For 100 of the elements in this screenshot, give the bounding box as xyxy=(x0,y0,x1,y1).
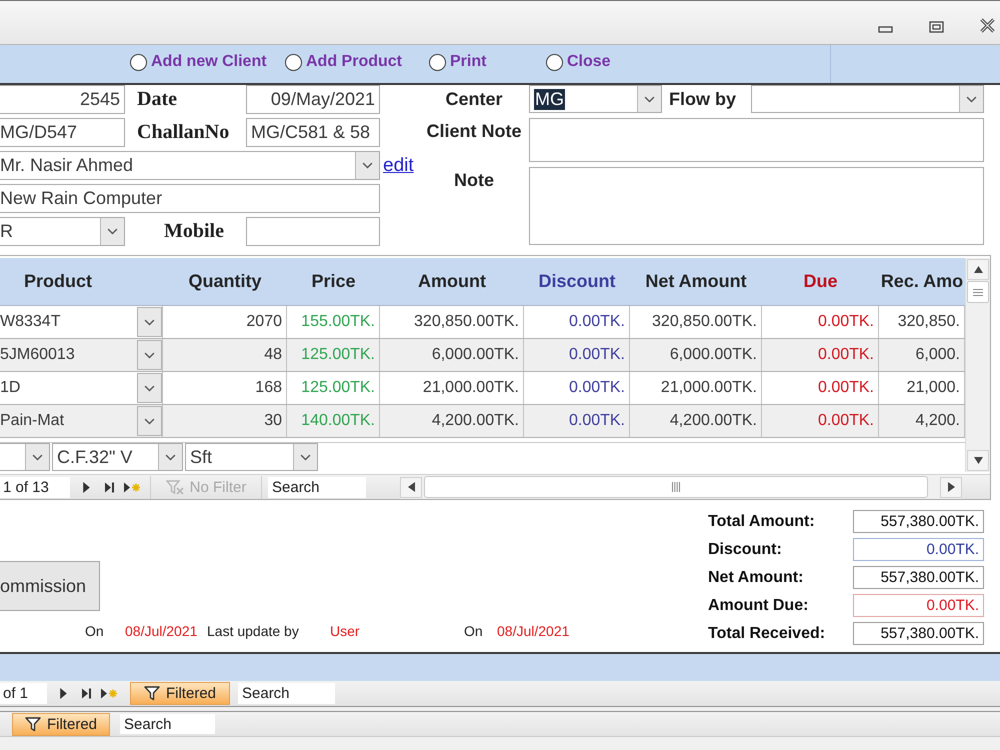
total-field[interactable]: 557,380.00TK. xyxy=(853,566,984,589)
text-field[interactable] xyxy=(246,217,380,246)
total-label: Amount Due: xyxy=(708,596,810,614)
footer-text: User xyxy=(330,623,361,639)
selected-text: MG xyxy=(534,88,565,110)
triangle-bar-icon[interactable] xyxy=(105,482,114,492)
combo-box[interactable]: C.F.32" V xyxy=(52,443,183,471)
combo-box[interactable]: MG xyxy=(529,85,662,113)
grip-lines-icon xyxy=(672,482,680,492)
dropdown-button[interactable] xyxy=(100,218,124,245)
minimize-icon[interactable] xyxy=(878,26,893,33)
column-header: Product xyxy=(23,270,94,293)
field-label: Flow by xyxy=(669,88,737,110)
column-header: Due xyxy=(802,270,838,293)
scroll-left-button[interactable] xyxy=(400,476,422,498)
total-field[interactable]: 557,380.00TK. xyxy=(853,510,984,533)
chevron-down-icon xyxy=(144,384,155,392)
search-field[interactable]: Search xyxy=(238,683,335,704)
footer-text: Last update by xyxy=(207,623,300,639)
column-header: Net Amount xyxy=(644,270,748,293)
scroll-right-button[interactable] xyxy=(940,476,962,498)
table-cell: 0.00TK. xyxy=(524,339,630,371)
table-cell: 6,000.00TK. xyxy=(380,339,524,371)
triangle-right-icon[interactable] xyxy=(83,482,90,492)
search-field[interactable]: Search xyxy=(120,714,215,734)
text-field[interactable]: MG/D547 xyxy=(0,118,125,147)
combo-cell[interactable]: 5JM60013 xyxy=(0,339,163,371)
field-label: Date xyxy=(137,88,178,111)
triangle-star-icon[interactable] xyxy=(101,688,117,699)
dropdown-button[interactable] xyxy=(637,86,661,112)
grip-lines-icon xyxy=(973,288,983,296)
text-field[interactable]: 09/May/2021 xyxy=(246,85,380,114)
field-label: ChallanNo xyxy=(137,121,230,144)
combo-cell[interactable]: 1D xyxy=(0,372,163,404)
radio-option[interactable]: Print xyxy=(429,53,546,71)
table-cell: 0.00TK. xyxy=(524,405,630,437)
text-field[interactable]: MG/C581 & 58 xyxy=(246,118,380,147)
combo-box[interactable]: R xyxy=(0,217,125,246)
table-cell: 0.00TK. xyxy=(762,339,879,371)
total-field[interactable]: 557,380.00TK. xyxy=(853,622,984,645)
scroll-up-button[interactable] xyxy=(967,259,989,280)
triangle-bar-icon[interactable] xyxy=(82,688,91,699)
restore-icon[interactable] xyxy=(929,21,944,33)
radio-option[interactable]: Close xyxy=(546,53,611,71)
commission-button[interactable]: ommission xyxy=(0,561,100,611)
scroll-down-button[interactable] xyxy=(967,450,989,471)
triangle-star-icon[interactable] xyxy=(124,482,140,492)
footer-text: On xyxy=(464,623,484,639)
footer-text: 08/Jul/2021 xyxy=(125,623,198,639)
footer-text: On xyxy=(85,623,105,639)
dropdown-button[interactable] xyxy=(293,444,317,470)
filter-button[interactable]: Filtered xyxy=(12,712,110,736)
dropdown-button[interactable] xyxy=(959,86,983,112)
text-field[interactable]: New Rain Computer xyxy=(0,184,380,213)
table-cell: 320,850.00TK. xyxy=(380,306,524,338)
dropdown-button[interactable] xyxy=(25,444,49,470)
text-field[interactable]: 2545 xyxy=(0,85,125,114)
total-field[interactable]: 0.00TK. xyxy=(853,538,984,561)
dropdown-button[interactable] xyxy=(355,152,379,179)
table-cell: 168 xyxy=(163,372,287,404)
total-label: Total Received: xyxy=(708,624,826,642)
table-cell: 6,000.00TK. xyxy=(630,339,762,371)
radio-option[interactable]: Add Product xyxy=(285,53,429,71)
combo-box[interactable]: Mr. Nasir Ahmed xyxy=(0,151,380,180)
funnel-icon xyxy=(24,716,41,732)
chevron-down-icon xyxy=(144,352,155,358)
record-number-field[interactable]: of 1 xyxy=(0,683,47,704)
field-label: Client Note xyxy=(426,120,522,142)
total-field[interactable]: 0.00TK. xyxy=(853,594,984,617)
radio-option[interactable]: Add new Client xyxy=(130,53,285,71)
edit-link[interactable]: edit xyxy=(383,154,414,176)
column-header: Quantity xyxy=(187,270,262,293)
triangle-up-icon xyxy=(974,266,982,273)
triangle-right-icon[interactable] xyxy=(60,688,67,699)
scrollbar-thumb[interactable] xyxy=(967,281,989,303)
table-cell: 0.00TK. xyxy=(762,306,879,338)
chevron-down-icon xyxy=(144,318,155,326)
record-number-field[interactable]: 1 of 13 xyxy=(0,476,70,498)
chevron-down-icon xyxy=(966,96,977,102)
table-cell: 155.00TK. xyxy=(287,306,380,338)
filter-button[interactable]: Filtered xyxy=(130,682,230,705)
combo-box[interactable]: Sft xyxy=(185,443,318,471)
triangle-down-icon xyxy=(974,457,982,464)
table-cell: 4,200.00TK. xyxy=(380,405,524,437)
combo-cell[interactable]: W8334T xyxy=(0,306,163,338)
table-cell: 125.00TK. xyxy=(287,372,380,404)
combo-cell[interactable]: Pain-Mat xyxy=(0,405,163,437)
funnel-cross-icon xyxy=(166,480,184,494)
chevron-down-icon xyxy=(107,228,118,235)
field-label: Note xyxy=(454,169,494,191)
table-cell: 0.00TK. xyxy=(524,372,630,404)
vertical-scrollbar[interactable] xyxy=(965,258,990,472)
funnel-icon xyxy=(144,686,160,701)
total-label: Discount: xyxy=(708,540,783,558)
dropdown-button[interactable] xyxy=(158,444,182,470)
search-field[interactable]: Search xyxy=(268,476,366,498)
close-icon[interactable] xyxy=(980,18,995,33)
total-label: Total Amount: xyxy=(708,512,816,530)
column-header: Discount xyxy=(537,270,616,293)
column-header: Amount xyxy=(417,270,487,293)
